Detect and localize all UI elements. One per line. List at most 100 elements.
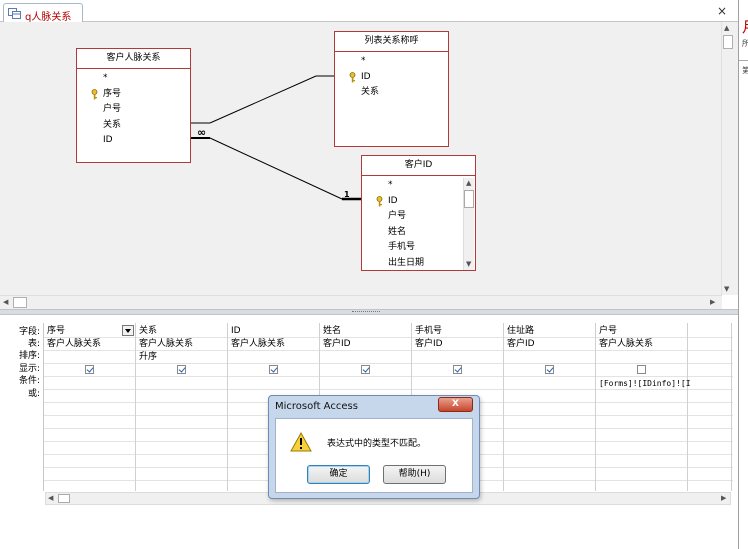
grid-column[interactable]: 住址路客户ID (504, 323, 596, 491)
scroll-left-arrow-icon[interactable]: ◀ (3, 298, 8, 306)
field-label: 关系 (361, 87, 380, 97)
table-title[interactable]: 列表关系称呼 (335, 32, 448, 52)
pane-tab-label: 第 (742, 66, 748, 75)
field-label: ID (103, 135, 113, 145)
grid-field-cell[interactable]: 关系 (139, 326, 157, 337)
scroll-thumb[interactable] (13, 297, 27, 308)
scroll-up-arrow-icon[interactable]: ▲ (466, 179, 471, 187)
grid-sort-cell[interactable]: 升序 (139, 352, 157, 363)
row-label-field: 字段: (18, 327, 40, 337)
splitter-grip[interactable] (352, 311, 380, 314)
field-item[interactable]: 关系 (335, 85, 448, 101)
pane-tab-fragment: 第 (739, 60, 748, 540)
field-label: 户号 (388, 211, 407, 221)
tab-query-q-relations[interactable]: q人脉关系 (3, 3, 83, 23)
grid-column[interactable]: 关系客户人脉关系 升序 (136, 323, 228, 491)
table-title[interactable]: 客户ID (362, 156, 475, 176)
field-item[interactable]: ID (77, 133, 190, 149)
scroll-right-arrow-icon[interactable]: ▶ (710, 298, 715, 306)
field-list: * ID 户号 姓名 手机号 出生日期 (362, 176, 475, 271)
access-query-designer: q人脉关系 × 月 所 第 ∞ 1 客户人脉关系 * 序号 户号 关系 ID (0, 0, 748, 549)
primary-key-icon (376, 195, 383, 206)
grid-column[interactable] (688, 323, 732, 491)
field-item[interactable]: ID (335, 70, 448, 86)
warning-icon (290, 432, 312, 452)
grid-table-cell[interactable]: 客户人脉关系 (599, 339, 653, 350)
row-label-table: 表: (27, 339, 40, 349)
grid-field-cell[interactable]: ID (231, 326, 241, 337)
field-list: * ID 关系 (335, 52, 448, 101)
field-list: * 序号 户号 关系 ID (77, 69, 190, 149)
field-item[interactable]: 姓名 (362, 225, 475, 241)
table-window-relations[interactable]: 客户人脉关系 * 序号 户号 关系 ID (76, 48, 191, 163)
grid-table-cell[interactable]: 客户ID (507, 339, 535, 350)
show-checkbox[interactable] (545, 365, 554, 374)
grid-table-cell[interactable]: 客户人脉关系 (139, 339, 193, 350)
grid-column[interactable]: 户号客户人脉关系 [Forms]![IDinfo]![I (596, 323, 691, 491)
query-icon (8, 8, 21, 19)
show-checkbox[interactable] (177, 365, 186, 374)
field-label: 手机号 (388, 242, 416, 252)
show-checkbox[interactable] (361, 365, 370, 374)
scroll-down-arrow-icon[interactable]: ▼ (466, 260, 471, 268)
field-label: ID (361, 71, 371, 82)
help-button[interactable]: 帮助(H) (383, 465, 446, 484)
table-window-relation-names[interactable]: 列表关系称呼 * ID 关系 (334, 31, 449, 147)
design-area-vertical-scrollbar[interactable]: ▲ ▼ (721, 22, 733, 295)
field-item[interactable]: 手机号 (362, 240, 475, 256)
show-checkbox[interactable] (85, 365, 94, 374)
field-label: 出生日期 (388, 257, 425, 268)
field-item[interactable]: 出生日期 (362, 256, 475, 272)
field-label: * (103, 73, 108, 83)
grid-table-cell[interactable]: 客户人脉关系 (47, 339, 101, 350)
field-item[interactable]: ID (362, 194, 475, 210)
scroll-right-arrow-icon[interactable]: ▶ (721, 494, 726, 502)
scroll-down-arrow-icon[interactable]: ▼ (724, 285, 729, 293)
grid-table-cell[interactable]: 客户ID (415, 339, 443, 350)
row-label-show: 显示: (18, 364, 40, 374)
field-label: 关系 (103, 119, 122, 130)
grid-column[interactable]: 序号 客户人脉关系 (44, 323, 136, 491)
grid-criteria-cell[interactable]: [Forms]![IDinfo]![I (599, 378, 691, 389)
document-tab-strip: q人脉关系 × (0, 0, 738, 23)
show-checkbox[interactable] (453, 365, 462, 374)
close-tab-icon[interactable]: × (717, 5, 727, 17)
grid-field-cell[interactable]: 序号 (47, 326, 65, 337)
grid-table-cell[interactable]: 客户人脉关系 (231, 339, 285, 350)
row-label-or: 或: (27, 389, 40, 399)
property-sheet-pane: 月 所 第 (738, 0, 748, 549)
field-item[interactable]: 关系 (77, 118, 190, 134)
field-item[interactable]: 户号 (77, 102, 190, 118)
scroll-left-arrow-icon[interactable]: ◀ (48, 494, 53, 502)
scroll-up-arrow-icon[interactable]: ▲ (724, 24, 729, 32)
design-area-horizontal-scrollbar[interactable]: ◀ ▶ (0, 295, 722, 309)
tab-label: q人脉关系 (25, 12, 72, 23)
scroll-thumb[interactable] (58, 494, 70, 503)
show-checkbox[interactable] (269, 365, 278, 374)
ok-button[interactable]: 确定 (307, 465, 370, 484)
scroll-thumb[interactable] (464, 190, 474, 208)
error-dialog: Microsoft Access X 表达式中的类型不匹配。 确定 帮助(H) (268, 395, 480, 499)
table-field-scrollbar[interactable]: ▲ ▼ (463, 178, 474, 270)
table-window-customer-id[interactable]: 客户ID * ID 户号 姓名 手机号 出生日期 ▲ ▼ (361, 155, 476, 271)
field-label: * (361, 56, 366, 66)
table-title[interactable]: 客户人脉关系 (77, 49, 190, 69)
grid-field-cell[interactable]: 住址路 (507, 326, 534, 337)
field-item[interactable]: * (77, 71, 190, 87)
scroll-thumb[interactable] (723, 35, 733, 49)
dialog-close-button[interactable]: X (438, 397, 473, 412)
grid-field-cell[interactable]: 手机号 (415, 326, 442, 337)
show-checkbox[interactable] (637, 365, 646, 374)
dialog-body: 表达式中的类型不匹配。 确定 帮助(H) (275, 418, 473, 493)
dialog-title: Microsoft Access (275, 401, 358, 412)
field-item[interactable]: 户号 (362, 209, 475, 225)
field-item[interactable]: * (362, 178, 475, 194)
field-dropdown-chevron-down-icon[interactable] (122, 325, 134, 336)
field-item[interactable]: 序号 (77, 87, 190, 103)
grid-field-cell[interactable]: 姓名 (323, 326, 341, 337)
field-item[interactable]: * (335, 54, 448, 70)
grid-field-cell[interactable]: 户号 (599, 326, 617, 337)
pane-title-fragment: 月 (742, 16, 748, 37)
grid-table-cell[interactable]: 客户ID (323, 339, 351, 350)
primary-key-icon (91, 88, 98, 99)
